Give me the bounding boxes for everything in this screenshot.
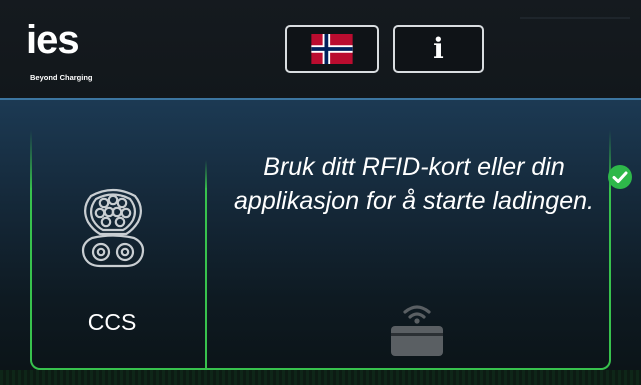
top-right-divider <box>520 17 630 19</box>
logo-text: ies <box>26 18 80 62</box>
brand-logo: ies Beyond Charging <box>20 18 110 90</box>
connector-label: CCS <box>87 309 137 335</box>
card-left-edge <box>30 130 32 190</box>
panel-top-border <box>0 98 641 100</box>
norway-flag-icon <box>311 34 353 64</box>
info-icon: i <box>433 32 444 65</box>
check-circle-icon <box>608 165 632 189</box>
bottom-glow-strip <box>0 370 641 385</box>
card-divider <box>205 188 207 369</box>
language-button[interactable] <box>285 25 379 73</box>
card-divider-fade <box>205 160 207 190</box>
logo-tagline: Beyond Charging <box>30 73 93 82</box>
info-button[interactable]: i <box>393 25 484 73</box>
rfid-card-icon <box>391 305 443 356</box>
instruction-text: Bruk ditt RFID-kort eller din applikasjo… <box>234 153 594 215</box>
ccs-connector-icon[interactable] <box>78 186 148 268</box>
